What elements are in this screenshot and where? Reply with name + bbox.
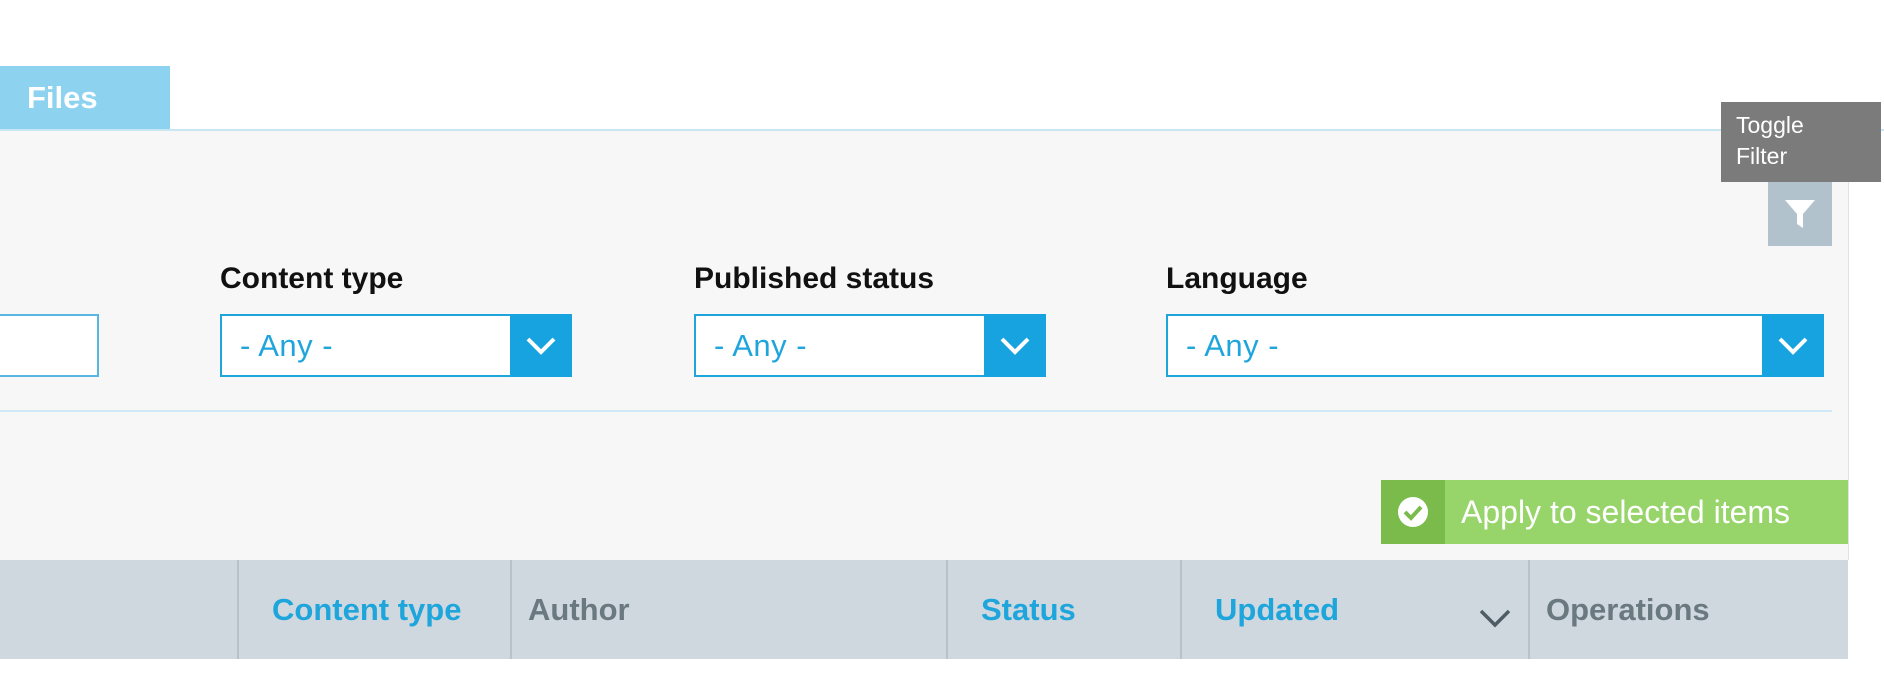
filter-divider [0, 410, 1832, 412]
table-header-row: Content type Author Status Updated Opera… [0, 560, 1848, 659]
tooltip-line-2: Filter [1736, 143, 1788, 169]
column-header-status-label: Status [981, 591, 1076, 627]
chevron-down-icon [1000, 337, 1030, 355]
column-header-operations-label: Operations [1546, 591, 1710, 627]
column-header-updated-label: Updated [1215, 591, 1339, 627]
tab-files[interactable]: Files [0, 66, 170, 129]
column-header-operations: Operations [1530, 560, 1848, 659]
column-header-status[interactable]: Status [948, 560, 1180, 659]
chevron-down-icon [1778, 337, 1808, 355]
content-type-dropdown-button[interactable] [510, 314, 572, 377]
column-header-content-type[interactable]: Content type [239, 560, 510, 659]
title-filter-input[interactable] [0, 314, 99, 377]
published-status-dropdown-button[interactable] [984, 314, 1046, 377]
content-type-value: - Any - [240, 328, 334, 363]
published-status-select[interactable]: - Any - [694, 314, 1046, 377]
chevron-down-icon [526, 337, 556, 355]
content-type-select[interactable]: - Any - [220, 314, 572, 377]
tooltip-line-1: Toggle [1736, 112, 1804, 138]
sort-descending-icon[interactable] [1478, 607, 1512, 629]
toggle-filter-tooltip: Toggle Filter [1721, 102, 1881, 182]
column-header-content-type-label: Content type [272, 591, 462, 627]
check-circle-icon [1398, 497, 1428, 527]
apply-button-label: Apply to selected items [1461, 493, 1791, 530]
language-dropdown-button[interactable] [1762, 314, 1824, 377]
tab-files-label: Files [27, 79, 98, 115]
published-status-value: - Any - [714, 328, 808, 363]
language-value: - Any - [1186, 328, 1280, 363]
toggle-filter-button[interactable] [1768, 182, 1832, 246]
column-header-author: Author [512, 560, 946, 659]
apply-to-selected-button[interactable]: Apply to selected items [1381, 480, 1848, 544]
column-header-author-label: Author [528, 591, 630, 627]
apply-icon-box [1381, 480, 1445, 544]
language-select[interactable]: - Any - [1166, 314, 1824, 377]
content-admin-page: Files Toggle Filter Content type - Any -… [0, 0, 1884, 678]
filter-funnel-icon [1785, 200, 1815, 228]
column-header-updated[interactable]: Updated [1182, 560, 1528, 659]
published-status-label: Published status [694, 262, 935, 295]
language-label: Language [1166, 262, 1308, 295]
content-type-label: Content type [220, 262, 404, 295]
